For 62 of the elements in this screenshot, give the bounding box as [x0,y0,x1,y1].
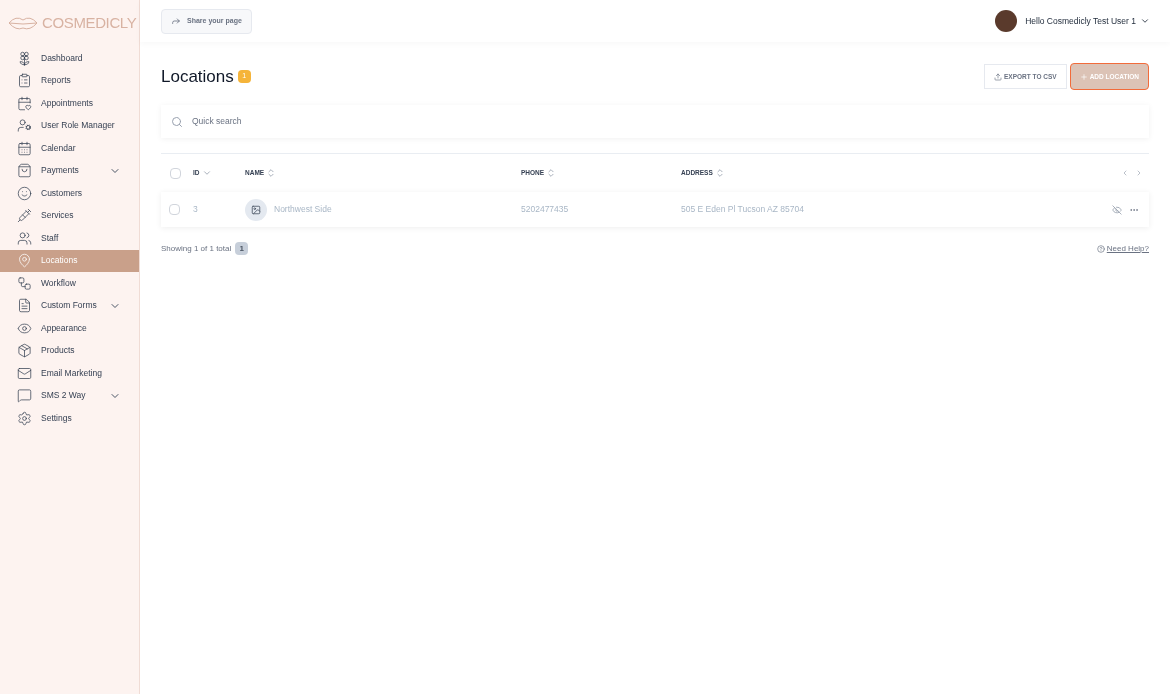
share-arrow-icon [171,16,181,26]
sidebar-item[interactable]: Appointments [0,92,139,115]
sidebar-item[interactable]: Custom Forms [0,294,139,317]
lips-logo-icon [8,15,38,31]
address-cell-text: 505 E Eden Pl Tucson AZ 85704 [681,203,805,216]
clipboard-icon [17,73,32,89]
sidebar-item[interactable]: Reports [0,69,139,92]
people-icon [17,230,32,246]
user-gear-icon [17,118,32,134]
sort-icon[interactable] [714,168,725,178]
sidebar-item[interactable]: Settings [0,407,139,430]
search-field[interactable]: Quick search [192,115,1139,128]
caret-icon [1140,16,1150,26]
calendar-icon [17,140,32,156]
calendar-icon [17,95,32,111]
upload-icon [994,72,1002,81]
previous-icon[interactable] [1121,169,1129,177]
face-icon [17,185,32,201]
bag-icon [17,163,32,179]
phone-cell-text: 5202477435 [521,203,570,216]
sort-icon[interactable] [266,168,277,178]
brand-name: COSMEDICLY [42,12,137,33]
syringe-icon [17,208,32,224]
next-icon[interactable] [1135,169,1143,177]
hidden-eye-icon[interactable] [1112,204,1122,215]
avatar-photo[interactable] [995,10,1018,32]
checkbox[interactable] [170,167,181,179]
settings-icon [17,410,32,426]
document-icon [17,298,32,314]
flower-icon [17,50,32,66]
eye-icon [17,320,32,336]
chat-bubble-icon [17,388,32,404]
sidebar-item[interactable]: Payments [0,159,139,182]
sort-icon[interactable] [201,168,212,178]
user-menu[interactable]: Hello Cosmedicly Test User 1 [1025,14,1150,28]
help-link[interactable]: Need Help? [1096,242,1149,255]
checkbox[interactable] [169,204,180,215]
name-cell: Northwest Side [274,203,332,216]
sidebar-item[interactable]: Staff [0,227,139,250]
sidebar-item[interactable]: Appearance [0,317,139,340]
sidebar-item[interactable]: User Role Manager [0,114,139,137]
showing-text: Showing 1 of 1 total [161,242,232,255]
sidebar-item[interactable]: Products [0,339,139,362]
sort-icon[interactable] [546,168,557,178]
mail-icon [17,365,32,381]
help-icon [1096,244,1105,253]
id-cell-text: 3 [193,203,199,216]
package-icon [17,343,32,359]
sidebar-item[interactable]: Dashboard [0,47,139,70]
sidebar-item[interactable]: Customers [0,182,139,205]
page-title: Locations [161,65,234,88]
workflow-icon [17,275,32,291]
sidebar-item[interactable]: Email Marketing [0,362,139,385]
total-badge: 1 [235,242,249,255]
sidebar-item[interactable]: Workflow [0,272,139,295]
map-pin-icon [17,253,32,269]
search-icon [171,115,183,128]
image-icon [251,204,261,215]
sidebar-item[interactable]: Calendar [0,137,139,160]
plus-icon [1079,72,1088,81]
sidebar-item[interactable]: SMS 2 Way [0,384,139,407]
sidebar-item[interactable]: Services [0,204,139,227]
